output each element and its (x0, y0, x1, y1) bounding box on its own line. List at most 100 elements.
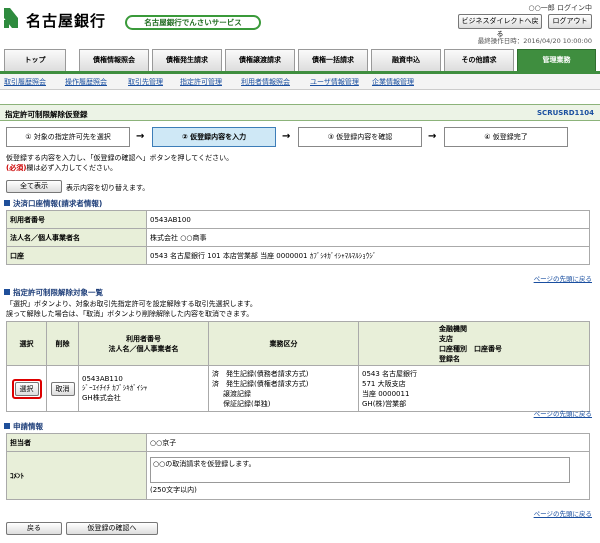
bank-logo-icon (4, 8, 18, 28)
back-button[interactable]: 戻る (6, 522, 62, 535)
table-row: 利用者番号 0543AB100 (6, 210, 590, 229)
col-delete: 削除 (46, 321, 79, 366)
step-3: ③ 仮登録内容を確認 (298, 127, 422, 147)
settlement-heading: 決済口座情報(請求者情報) (4, 198, 102, 209)
cell-business: 済 発生記録(債務者請求方式) 済 発生記録(債権者請求方式) 譲渡記録 保証記… (208, 365, 359, 412)
application-table: 担当者 ○○京子 ｺﾒﾝﾄ ○○の取消請求を仮登録します。 (250文字以内) (6, 433, 590, 500)
business-text: 発生記録(債権者請求方式) (226, 379, 309, 388)
required-text: 欄は必ず入力してください。 (26, 164, 117, 172)
page-top-link[interactable]: ページの先頭に戻る (534, 408, 592, 418)
table-row: 法人名／個人事業者名 株式会社 ○○商事 (6, 228, 590, 247)
row-user-number: 0543AB110 (82, 374, 123, 383)
comment-limit: (250文字以内) (150, 485, 197, 494)
subnav-user-info[interactable]: 利用者情報照会 (241, 77, 290, 87)
subnav-company-management[interactable]: 企業情報管理 (372, 77, 414, 87)
business-item: 済 発生記録(債務者請求方式) (212, 369, 355, 379)
business-text: 発生記録(債務者請求方式) (226, 369, 309, 378)
page-title: 指定許可制限解除仮登録 (5, 110, 88, 119)
targets-table: 選択 削除 利用者番号 法人名／個人事業者名 業務区分 金融機関 支店 口座種別… (6, 321, 590, 412)
page-top-link[interactable]: ページの先頭に戻る (534, 508, 592, 518)
tab-financing[interactable]: 融資申込 (371, 49, 441, 71)
targets-note-1: 「選択」ボタンより、対象お取引先指定許可を設定解除する取引先選択します。 (6, 300, 257, 308)
value-account: 0543 名古屋銀行 101 本店営業部 当座 0000001 ｶﾌﾞｼｷｶﾞｲ… (146, 246, 590, 265)
section-square-icon (4, 289, 10, 295)
row-user-kana: ｼﾞｰｴｲﾁｲﾁ ｶﾌﾞｼｷｶﾞｲｼｬ (82, 383, 148, 392)
logout-button[interactable]: ログアウト (548, 14, 592, 29)
tab-issue-request[interactable]: 債権発生請求 (152, 49, 222, 71)
tab-claim-inquiry[interactable]: 債権情報照会 (79, 49, 149, 71)
comment-field[interactable]: ○○の取消請求を仮登録します。 (150, 456, 570, 483)
instruction-text: 仮登録する内容を入力し、「仮登録の確認へ」ボタンを押してください。 (6, 154, 234, 162)
row-registered-name: GH(株)営業部 (362, 399, 407, 408)
bank-name: 名古屋銀行 (26, 12, 107, 30)
col-user: 利用者番号 法人名／個人事業者名 (78, 321, 209, 366)
section-square-icon (4, 423, 10, 429)
tab-management[interactable]: 管理業務 (517, 49, 596, 71)
cell-bank: 0543 名古屋銀行 571 大阪支店 当座 0000011 GH(株)営業部 (358, 365, 590, 412)
table-row: 担当者 ○○京子 (6, 433, 590, 452)
step-1: ① 対象の指定許可先を選択 (6, 127, 130, 147)
targets-heading: 指定許可制限解除対象一覧 (4, 287, 103, 298)
value-person: ○○京子 (146, 433, 590, 452)
cancel-button[interactable]: 取消 (50, 381, 75, 396)
targets-note-2: 誤って解除した場合は、「取消」ボタンより削除解除した内容を取消できます。 (6, 310, 254, 318)
subnav-permission-management[interactable]: 指定許可管理 (180, 77, 222, 87)
direct-back-button[interactable]: ビジネスダイレクトへ戻る (458, 14, 542, 38)
row-bank: 0543 名古屋銀行 (362, 369, 418, 378)
screen-id: SCRUSRD1104 (537, 109, 594, 117)
page-top-link[interactable]: ページの先頭に戻る (534, 273, 592, 283)
cell-cancel: 取消 (46, 365, 79, 412)
subnav-partner-management[interactable]: 取引先管理 (128, 77, 163, 87)
step-arrow-icon: → (428, 131, 437, 142)
show-all-button[interactable]: 全て表示 (6, 180, 62, 193)
sub-navigation: 取引履歴照会 操作履歴照会 取引先管理 指定許可管理 利用者情報照会 ユーザ情報… (0, 74, 600, 90)
label-person: 担当者 (6, 433, 147, 452)
subnav-operation-history[interactable]: 操作履歴照会 (65, 77, 107, 87)
select-highlight: 選択 (11, 378, 42, 399)
page-title-bar: 指定許可制限解除仮登録 SCRUSRD1104 (0, 104, 600, 121)
tab-bulk-request[interactable]: 債権一括請求 (298, 49, 368, 71)
show-all-description: 表示内容を切り替えます。 (66, 184, 150, 192)
confirm-button[interactable]: 仮登録の確認へ (66, 522, 158, 535)
subnav-user-management[interactable]: ユーザ情報管理 (310, 77, 359, 87)
col-bank: 金融機関 支店 口座種別 口座番号 登録名 (358, 321, 590, 366)
step-arrow-icon: → (136, 131, 145, 142)
step-arrow-icon: → (282, 131, 291, 142)
table-row: ｺﾒﾝﾄ ○○の取消請求を仮登録します。 (250文字以内) (6, 451, 590, 500)
business-text: 保証記録(単独) (223, 399, 271, 408)
targets-heading-text: 指定許可制限解除対象一覧 (13, 288, 103, 297)
row-user-name: GH株式会社 (82, 393, 121, 402)
section-square-icon (4, 200, 10, 206)
tab-other-request[interactable]: その他請求 (444, 49, 514, 71)
cell-select: 選択 (6, 365, 47, 412)
tab-transfer-request[interactable]: 債権譲渡請求 (225, 49, 295, 71)
settlement-heading-text: 決済口座情報(請求者情報) (13, 199, 103, 208)
business-item: 済 発生記録(債権者請求方式) (212, 379, 355, 389)
value-company-name: 株式会社 ○○商事 (146, 228, 590, 247)
col-business: 業務区分 (208, 321, 359, 366)
row-branch: 571 大阪支店 (362, 379, 406, 388)
settlement-table: 利用者番号 0543AB100 法人名／個人事業者名 株式会社 ○○商事 口座 … (6, 210, 590, 265)
value-user-number: 0543AB100 (146, 210, 590, 229)
business-item: 譲渡記録 (212, 389, 355, 399)
business-text: 譲渡記録 (223, 389, 251, 398)
cell-user: 0543AB110 ｼﾞｰｴｲﾁｲﾁ ｶﾌﾞｼｷｶﾞｲｼｬ GH株式会社 (78, 365, 209, 412)
table-row: 口座 0543 名古屋銀行 101 本店営業部 当座 0000001 ｶﾌﾞｼｷ… (6, 246, 590, 265)
required-mark: (必須) (6, 164, 27, 172)
col-select: 選択 (6, 321, 47, 366)
main-tabs: トップ 債権情報照会 債権発生請求 債権譲渡請求 債権一括請求 融資申込 その他… (0, 49, 600, 71)
service-name: 名古屋銀行でんさいサービス (125, 15, 261, 30)
table-row: 選択 取消 0543AB110 ｼﾞｰｴｲﾁｲﾁ ｶﾌﾞｼｷｶﾞｲｼｬ GH株式… (6, 365, 590, 412)
label-account: 口座 (6, 246, 147, 265)
last-operation-time: 最終操作日時：2016/04/20 10:00:00 (477, 37, 592, 45)
application-heading: 申請情報 (4, 421, 43, 432)
label-company-name: 法人名／個人事業者名 (6, 228, 147, 247)
label-comment: ｺﾒﾝﾄ (6, 451, 147, 500)
subnav-transaction-history[interactable]: 取引履歴照会 (4, 77, 46, 87)
step-2: ② 仮登録内容を入力 (152, 127, 276, 147)
tab-top[interactable]: トップ (4, 49, 66, 71)
row-account: 当座 0000011 (362, 389, 410, 398)
step-4: ④ 仮登録完了 (444, 127, 568, 147)
select-button[interactable]: 選択 (14, 381, 39, 396)
application-heading-text: 申請情報 (13, 422, 43, 431)
